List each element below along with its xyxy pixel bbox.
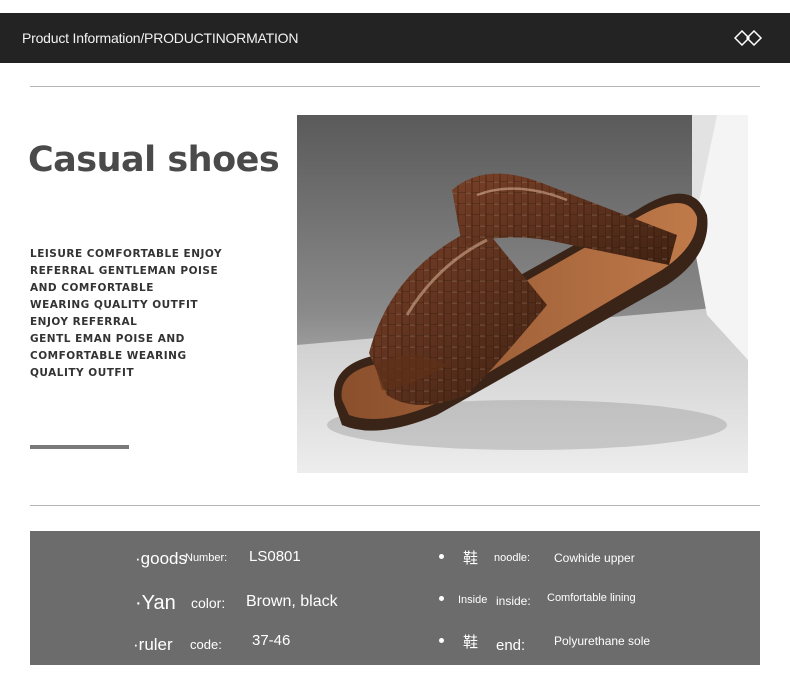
description-line: QUALITY OUTFIT [30, 367, 135, 379]
spec-sublabel-number: Number: [185, 552, 228, 564]
top-divider [30, 86, 760, 87]
description-line: ENJOY REFERRAL [30, 316, 138, 328]
spec-value-number: LS0801 [249, 548, 301, 565]
spec-label-color: ·Yan [135, 592, 176, 614]
sandal-illustration [297, 115, 748, 473]
spec-label-size: ·ruler [133, 635, 173, 654]
header-title: Product Information/PRODUCTINORMATION [22, 30, 299, 46]
description-line: AND COMFORTABLE [30, 282, 154, 294]
product-photo [297, 115, 748, 473]
spec-value-upper: Cowhide upper [554, 551, 635, 565]
spec-label-upper: 鞋 [463, 550, 479, 567]
bullet-icon [439, 638, 444, 643]
spec-sublabel-inside: inside: [496, 594, 531, 608]
bottom-divider [30, 505, 760, 506]
accent-bar [30, 445, 129, 449]
page-heading: Casual shoes [28, 140, 280, 180]
spec-value-size: 37-46 [252, 632, 291, 649]
diamond-pair-icon [734, 30, 763, 46]
spec-value-lining: Comfortable lining [547, 592, 636, 604]
description-line: WEARING QUALITY OUTFIT [30, 299, 199, 311]
spec-sublabel-end: end: [496, 637, 526, 654]
spec-panel: ·goods Number: LS0801 ·Yan color: Brown,… [30, 531, 760, 665]
spec-sublabel-noodle: noodle: [494, 552, 531, 564]
description-line: REFERRAL GENTLEMAN POISE [30, 265, 219, 277]
description-line: GENTL EMAN POISE AND [30, 333, 185, 345]
spec-label-inside: Inside [458, 594, 488, 606]
bullet-icon [439, 596, 444, 601]
spec-sublabel-code: code: [190, 637, 222, 652]
description-line: COMFORTABLE WEARING [30, 350, 187, 362]
spec-value-sole: Polyurethane sole [554, 634, 651, 648]
spec-value-color: Brown, black [246, 593, 338, 610]
spec-label-goods: ·goods [135, 549, 187, 568]
description: LEISURE COMFORTABLE ENJOY REFERRAL GENTL… [30, 246, 270, 382]
spec-sublabel-color: color: [191, 595, 226, 611]
description-line: LEISURE COMFORTABLE ENJOY [30, 248, 223, 260]
bullet-icon [439, 554, 444, 559]
header-bar: Product Information/PRODUCTINORMATION [0, 13, 790, 63]
spec-label-sole: 鞋 [463, 634, 479, 651]
